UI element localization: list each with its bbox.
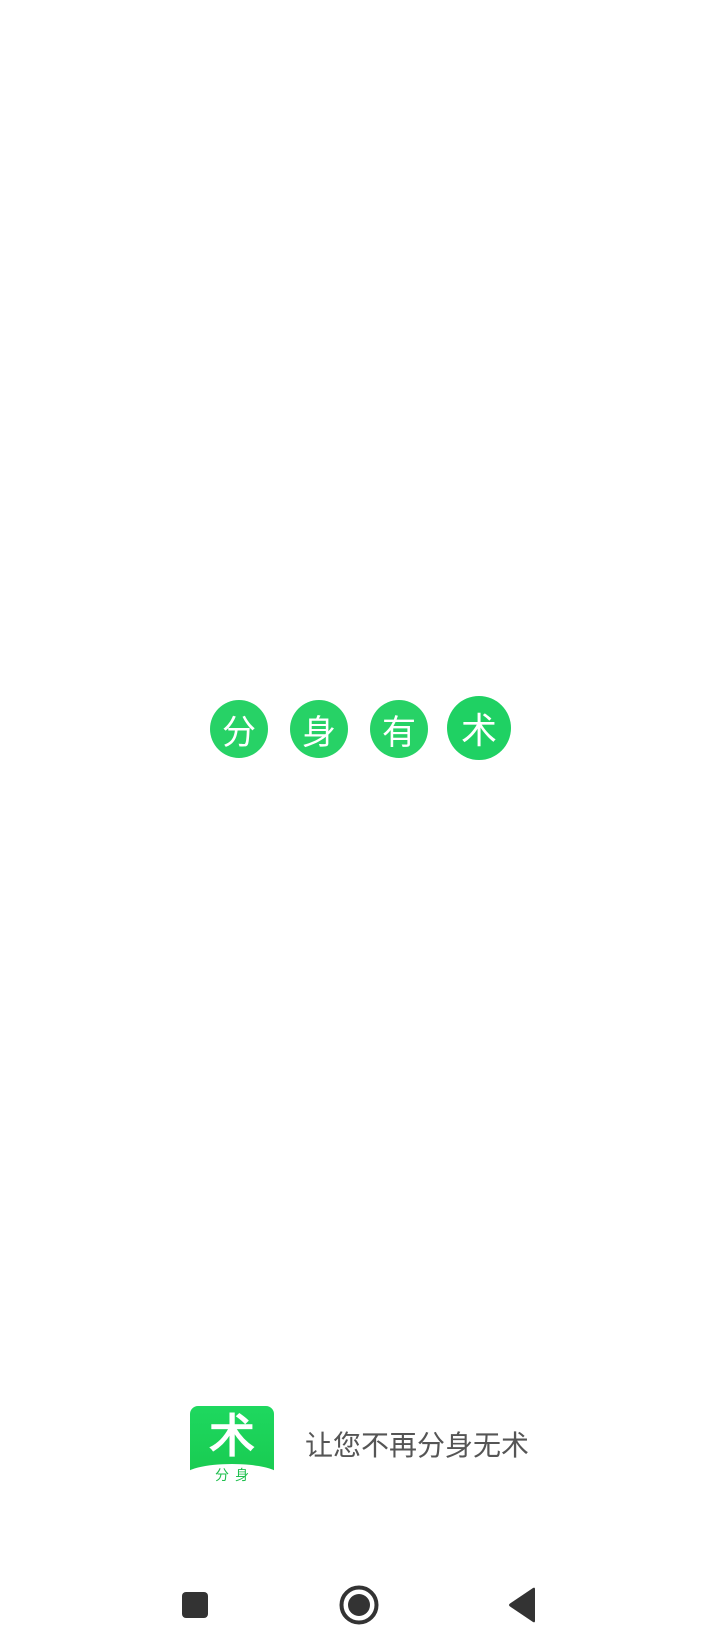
splash-screen: 分 身 有 术 术 分身 让您不再分身无术 [0, 0, 720, 1650]
triangle-back-icon [509, 1587, 535, 1623]
back-button[interactable] [498, 1580, 548, 1630]
home-button[interactable] [334, 1580, 384, 1630]
splash-circle-1: 分 [210, 700, 268, 758]
recent-apps-button[interactable] [170, 1580, 220, 1630]
logo-sub-text: 分身 [215, 1468, 255, 1484]
app-logo: 术 分身 [190, 1406, 274, 1486]
circle-home-icon [339, 1585, 379, 1625]
splash-circle-3: 有 [370, 700, 428, 758]
brand-footer: 术 分身 让您不再分身无术 [190, 1406, 550, 1486]
navigation-bar [0, 1560, 720, 1650]
square-icon [182, 1592, 208, 1618]
splash-title-circles: 分 身 有 术 [0, 696, 720, 762]
splash-circle-2: 身 [290, 700, 348, 758]
splash-circle-4: 术 [447, 696, 511, 760]
logo-main-char: 术 [209, 1409, 255, 1463]
slogan-text: 让您不再分身无术 [305, 1429, 530, 1462]
